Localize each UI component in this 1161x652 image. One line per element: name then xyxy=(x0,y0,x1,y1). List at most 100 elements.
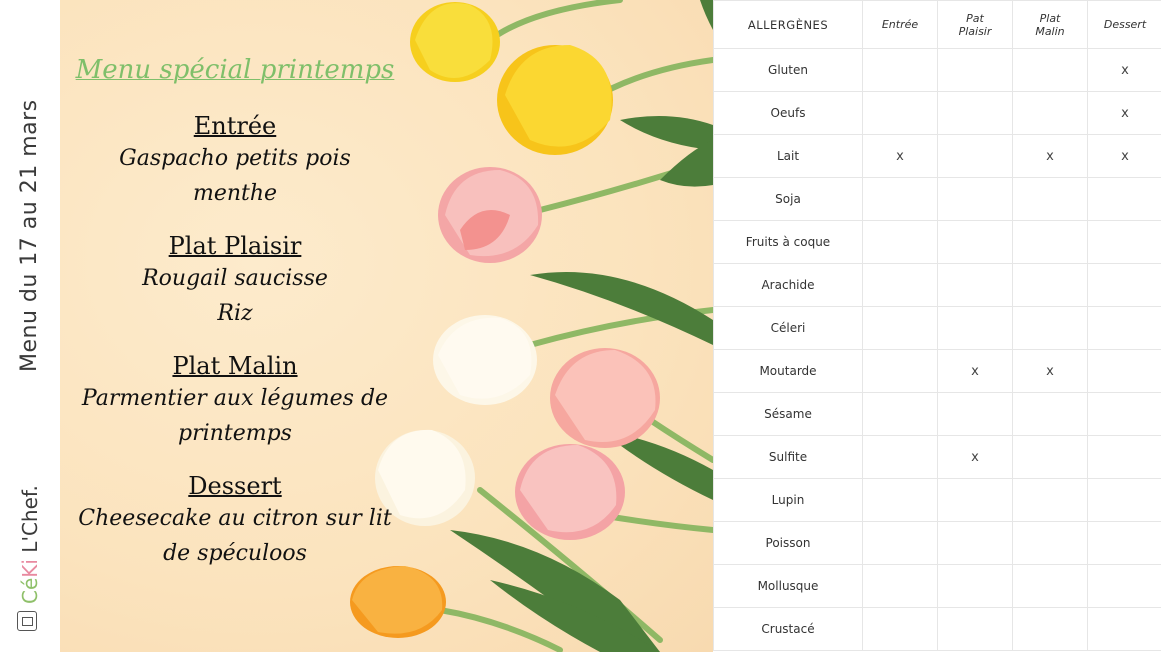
table-header-row: ALLERGÈNES Entrée Pat Plaisir Plat Malin… xyxy=(713,0,1161,49)
allergen-mark-cell xyxy=(1087,564,1161,608)
header-entree: Entrée xyxy=(862,0,938,49)
allergen-mark-cell xyxy=(1087,349,1161,393)
course-dish-line: Gaspacho petits pois xyxy=(119,146,351,171)
allergen-mark-cell: x xyxy=(862,134,938,178)
brand-logo-icon xyxy=(17,611,37,631)
allergen-mark-cell xyxy=(862,306,938,350)
allergen-mark-cell xyxy=(1012,607,1088,651)
table-row: Sésame xyxy=(713,392,1161,436)
course-dessert: Dessert Cheesecake au citron sur lit de … xyxy=(70,471,400,571)
allergen-mark-cell xyxy=(1087,220,1161,264)
course-dish-line: Riz xyxy=(217,301,253,326)
table-row: Poisson xyxy=(713,521,1161,565)
brand-rest: L'Chef. xyxy=(18,485,42,560)
allergen-mark-cell xyxy=(862,435,938,479)
header-allergenes: ALLERGÈNES xyxy=(713,0,863,49)
table-row: Lupin xyxy=(713,478,1161,522)
course-heading: Plat Malin xyxy=(172,352,298,380)
allergen-mark-cell xyxy=(862,521,938,565)
course-heading: Plat Plaisir xyxy=(168,232,302,260)
allergen-mark-cell xyxy=(937,306,1013,350)
allergen-mark-cell xyxy=(862,349,938,393)
table-row: Crustacé xyxy=(713,607,1161,651)
brand-name: CéKi L'Chef. xyxy=(18,485,42,604)
course-plat-malin: Plat Malin Parmentier aux légumes de pri… xyxy=(70,351,400,451)
allergen-mark-cell xyxy=(1012,306,1088,350)
allergen-name: Soja xyxy=(713,177,863,221)
header-plat-plaisir: Pat Plaisir xyxy=(937,0,1013,49)
brand-ki: Ki xyxy=(18,559,42,578)
allergen-mark-cell xyxy=(1012,220,1088,264)
menu-panel: Menu spécial printemps Entrée Gaspacho p… xyxy=(60,0,713,652)
brand-ce: Cé xyxy=(18,577,42,604)
allergen-table-body: Gluten x Oeufs x Lait x x x Soja Fruits à coque Ar… xyxy=(713,48,1161,651)
table-row: Mollusque xyxy=(713,564,1161,608)
allergen-mark-cell: x xyxy=(1087,91,1161,135)
course-dish-line: Rougail saucisse xyxy=(142,266,328,291)
allergen-mark-cell xyxy=(937,91,1013,135)
allergen-name: Sésame xyxy=(713,392,863,436)
allergen-mark-cell xyxy=(1087,177,1161,221)
allergen-mark-cell: x xyxy=(1012,134,1088,178)
allergen-mark-cell xyxy=(1012,392,1088,436)
course-dish-line: printemps xyxy=(178,421,292,446)
allergen-mark-cell xyxy=(1012,564,1088,608)
allergen-mark-cell xyxy=(1012,521,1088,565)
allergen-mark-cell xyxy=(1012,91,1088,135)
table-row: Fruits à coque xyxy=(713,220,1161,264)
allergen-mark-cell xyxy=(937,564,1013,608)
allergen-mark-cell xyxy=(937,478,1013,522)
table-row: Arachide xyxy=(713,263,1161,307)
course-heading: Entrée xyxy=(193,112,277,140)
allergen-mark-cell xyxy=(862,48,938,92)
allergen-mark-cell xyxy=(937,220,1013,264)
allergen-mark-cell: x xyxy=(1012,349,1088,393)
allergen-mark-cell xyxy=(937,392,1013,436)
allergen-name: Mollusque xyxy=(713,564,863,608)
allergen-mark-cell xyxy=(1012,478,1088,522)
allergen-name: Arachide xyxy=(713,263,863,307)
course-dish-line: Parmentier aux légumes de xyxy=(81,386,389,411)
allergen-name: Lupin xyxy=(713,478,863,522)
allergen-mark-cell xyxy=(1012,435,1088,479)
table-row: Oeufs x xyxy=(713,91,1161,135)
allergen-name: Céleri xyxy=(713,306,863,350)
menu-period: Menu du 17 au 21 mars xyxy=(17,99,42,372)
allergen-mark-cell xyxy=(862,91,938,135)
course-dish-line: Cheesecake au citron sur lit xyxy=(78,506,392,531)
allergen-mark-cell xyxy=(1087,478,1161,522)
allergen-name: Poisson xyxy=(713,521,863,565)
allergen-table: ALLERGÈNES Entrée Pat Plaisir Plat Malin… xyxy=(713,0,1161,651)
allergen-mark-cell xyxy=(937,607,1013,651)
allergen-mark-cell xyxy=(937,177,1013,221)
table-row: Lait x x x xyxy=(713,134,1161,178)
allergen-mark-cell xyxy=(1087,263,1161,307)
course-heading: Dessert xyxy=(188,472,282,500)
allergen-mark-cell xyxy=(937,48,1013,92)
allergen-mark-cell xyxy=(937,521,1013,565)
allergen-table-panel: ALLERGÈNES Entrée Pat Plaisir Plat Malin… xyxy=(713,0,1161,652)
allergen-mark-cell xyxy=(862,392,938,436)
allergen-name: Oeufs xyxy=(713,91,863,135)
allergen-mark-cell: x xyxy=(1087,48,1161,92)
allergen-name: Moutarde xyxy=(713,349,863,393)
allergen-mark-cell xyxy=(1087,392,1161,436)
allergen-mark-cell xyxy=(1087,521,1161,565)
header-dessert: Dessert xyxy=(1087,0,1161,49)
allergen-mark-cell: x xyxy=(937,349,1013,393)
allergen-mark-cell: x xyxy=(1087,134,1161,178)
menu-title: Menu spécial printemps xyxy=(75,55,395,85)
header-plat-malin: Plat Malin xyxy=(1012,0,1088,49)
allergen-name: Fruits à coque xyxy=(713,220,863,264)
allergen-mark-cell xyxy=(1087,607,1161,651)
allergen-mark-cell xyxy=(1012,177,1088,221)
allergen-mark-cell xyxy=(862,564,938,608)
allergen-mark-cell xyxy=(1012,263,1088,307)
left-strip: Menu du 17 au 21 mars CéKi L'Chef. xyxy=(0,0,60,652)
course-dish-line: de spéculoos xyxy=(163,541,307,566)
allergen-name: Crustacé xyxy=(713,607,863,651)
table-row: Gluten x xyxy=(713,48,1161,92)
allergen-mark-cell xyxy=(1087,306,1161,350)
allergen-mark-cell: x xyxy=(937,435,1013,479)
allergen-mark-cell xyxy=(862,177,938,221)
